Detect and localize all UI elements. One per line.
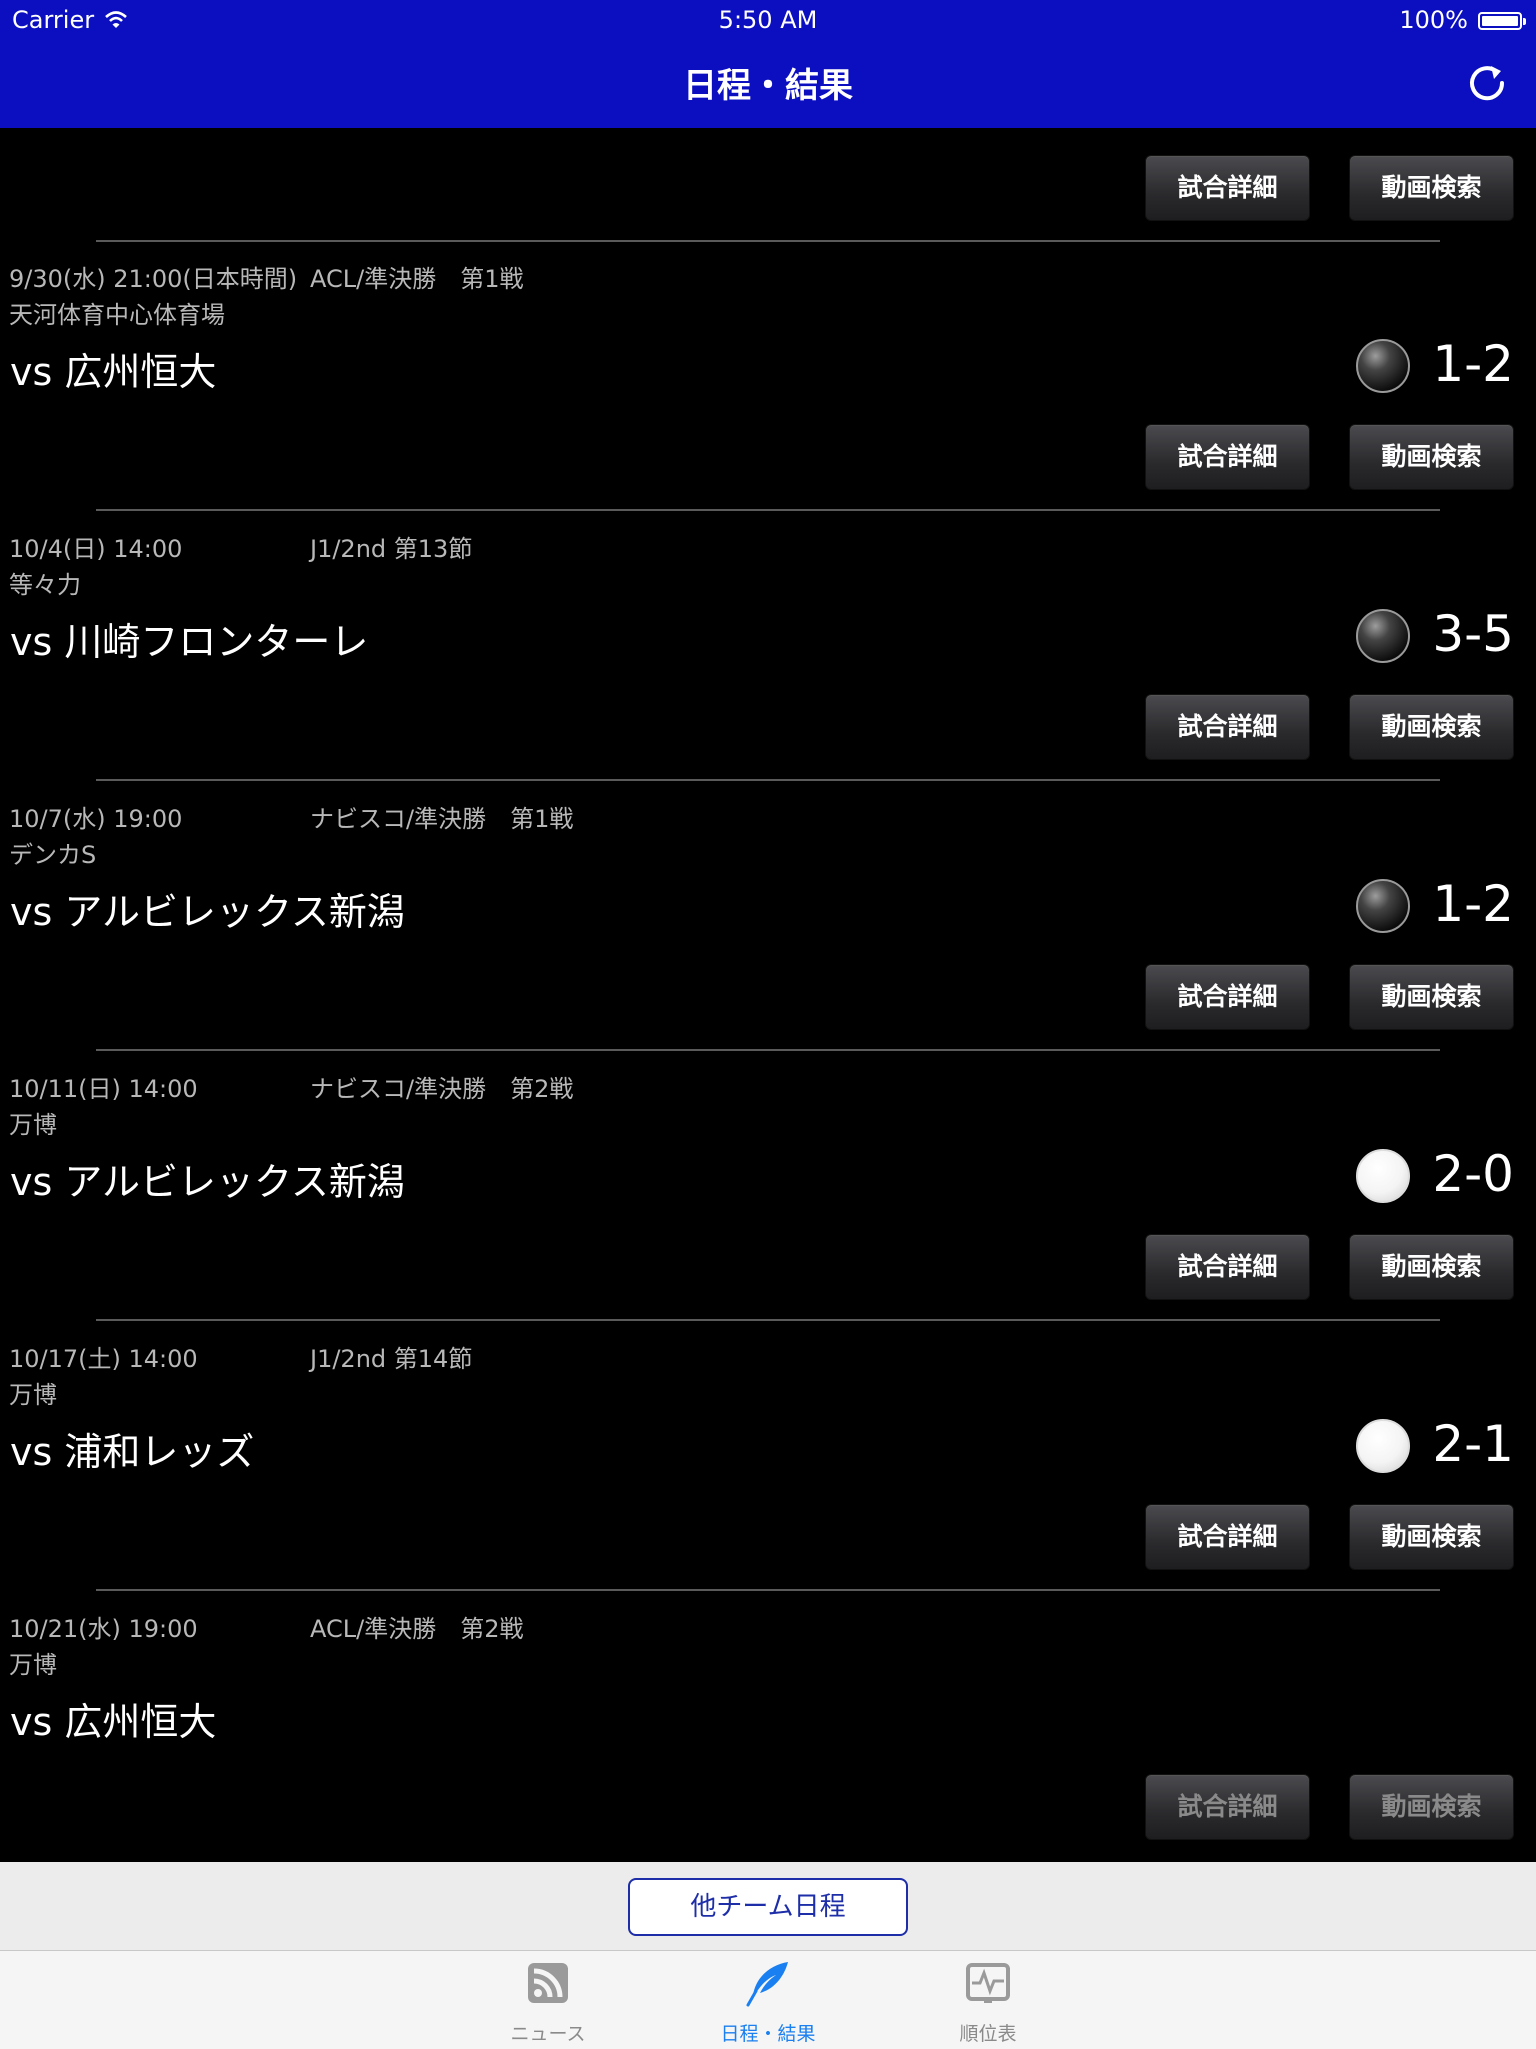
- match-detail-button[interactable]: 試合詳細: [1145, 964, 1310, 1030]
- result-ball-icon: [1356, 1149, 1410, 1203]
- match-datetime: 10/7(水) 19:00: [9, 805, 183, 833]
- match-venue: デンカS: [9, 841, 97, 869]
- status-time: 5:50 AM: [718, 6, 818, 34]
- match-competition: ACL/準決勝 第1戦: [310, 265, 524, 293]
- result-ball-icon: [1356, 879, 1410, 933]
- match-detail-button[interactable]: 試合詳細: [1145, 694, 1310, 760]
- match-venue: 万博: [9, 1111, 57, 1139]
- refresh-icon[interactable]: [1464, 60, 1510, 106]
- video-search-button[interactable]: 動画検索: [1349, 964, 1514, 1030]
- match-opponent: vs 浦和レッズ: [10, 1430, 255, 1474]
- match-score: 1-2: [1432, 875, 1514, 933]
- row-separator: [96, 779, 1440, 781]
- match-detail-button[interactable]: 試合詳細: [1145, 155, 1310, 221]
- row-separator: [96, 240, 1440, 242]
- feather-icon: [746, 1962, 788, 2007]
- match-datetime: 10/4(日) 14:00: [9, 535, 183, 563]
- row-separator: [96, 1319, 1440, 1321]
- match-opponent: vs 広州恒大: [10, 350, 217, 394]
- match-opponent: vs アルビレックス新潟: [10, 890, 405, 934]
- result-ball-icon: [1356, 609, 1410, 663]
- match-datetime: 10/21(水) 19:00: [9, 1615, 198, 1643]
- result-ball-icon: [1356, 1419, 1410, 1473]
- match-opponent: vs 広州恒大: [10, 1700, 217, 1744]
- match-competition: J1/2nd 第13節: [310, 535, 473, 563]
- video-search-button[interactable]: 動画検索: [1349, 155, 1514, 221]
- tab-news[interactable]: ニュース: [438, 1951, 658, 2049]
- tab-label: 日程・結果: [720, 2023, 816, 2045]
- match-detail-button[interactable]: 試合詳細: [1145, 1504, 1310, 1570]
- match-datetime: 10/17(土) 14:00: [9, 1345, 198, 1373]
- tab-schedule[interactable]: 日程・結果: [658, 1951, 878, 2049]
- other-team-schedule-button[interactable]: 他チーム日程: [628, 1878, 908, 1936]
- video-search-button[interactable]: 動画検索: [1349, 1504, 1514, 1570]
- match-opponent: vs 川崎フロンターレ: [10, 620, 369, 664]
- match-row[interactable]: 10/7(水) 19:00 ナビスコ/準決勝 第1戦 デンカS vs アルビレッ…: [0, 799, 1536, 1069]
- page-title: 日程・結果: [683, 66, 853, 106]
- video-search-button[interactable]: 動画検索: [1349, 1234, 1514, 1300]
- match-datetime: 10/11(日) 14:00: [9, 1075, 198, 1103]
- tab-label: ニュース: [510, 2023, 586, 2045]
- match-row[interactable]: 10/21(水) 19:00 ACL/準決勝 第2戦 万博 vs 広州恒大 試合…: [0, 1609, 1536, 1862]
- tab-label: 順位表: [959, 2023, 1017, 2045]
- match-venue: 万博: [9, 1651, 57, 1679]
- match-competition: ナビスコ/準決勝 第1戦: [310, 805, 574, 833]
- video-search-button[interactable]: 動画検索: [1349, 694, 1514, 760]
- match-competition: ナビスコ/準決勝 第2戦: [310, 1075, 574, 1103]
- match-venue: 等々力: [9, 571, 81, 599]
- row-separator: [96, 1049, 1440, 1051]
- video-search-button: 動画検索: [1349, 1774, 1514, 1840]
- match-row[interactable]: 10/4(日) 14:00 J1/2nd 第13節 等々力 vs 川崎フロンター…: [0, 529, 1536, 799]
- tab-standings[interactable]: 順位表: [878, 1951, 1098, 2049]
- result-ball-icon: [1356, 339, 1410, 393]
- row-separator: [96, 1589, 1440, 1591]
- match-score: 2-1: [1432, 1415, 1514, 1473]
- match-opponent: vs アルビレックス新潟: [10, 1160, 405, 1204]
- match-score: 3-5: [1432, 605, 1514, 663]
- match-list[interactable]: 試合詳細 動画検索 9/30(水) 21:00(日本時間) ACL/準決勝 第1…: [0, 128, 1536, 1862]
- match-datetime: 9/30(水) 21:00(日本時間): [9, 265, 298, 293]
- row-separator: [96, 509, 1440, 511]
- bottom-action-bar: 他チーム日程: [0, 1862, 1536, 1950]
- match-row[interactable]: 10/11(日) 14:00 ナビスコ/準決勝 第2戦 万博 vs アルビレック…: [0, 1069, 1536, 1339]
- video-search-button[interactable]: 動画検索: [1349, 424, 1514, 490]
- match-competition: ACL/準決勝 第2戦: [310, 1615, 524, 1643]
- match-competition: J1/2nd 第14節: [310, 1345, 473, 1373]
- match-venue: 天河体育中心体育場: [9, 301, 225, 329]
- match-detail-button[interactable]: 試合詳細: [1145, 424, 1310, 490]
- tab-bar: ニュース 日程・結果 順位表: [0, 1950, 1536, 2049]
- match-venue: 万博: [9, 1381, 57, 1409]
- top-bar: Carrier 5:50 AM 100% 日程・結果: [0, 0, 1536, 128]
- match-score: 2-0: [1432, 1145, 1514, 1203]
- match-detail-button: 試合詳細: [1145, 1774, 1310, 1840]
- match-row[interactable]: 9/30(水) 21:00(日本時間) ACL/準決勝 第1戦 天河体育中心体育…: [0, 259, 1536, 529]
- rss-icon: [528, 1963, 568, 2003]
- match-detail-button[interactable]: 試合詳細: [1145, 1234, 1310, 1300]
- battery-percent: 100%: [1399, 6, 1468, 34]
- match-score: 1-2: [1432, 335, 1514, 393]
- chart-icon: [966, 1963, 1010, 2003]
- battery-icon: [1478, 12, 1526, 30]
- match-row[interactable]: 10/17(土) 14:00 J1/2nd 第14節 万博 vs 浦和レッズ 2…: [0, 1339, 1536, 1609]
